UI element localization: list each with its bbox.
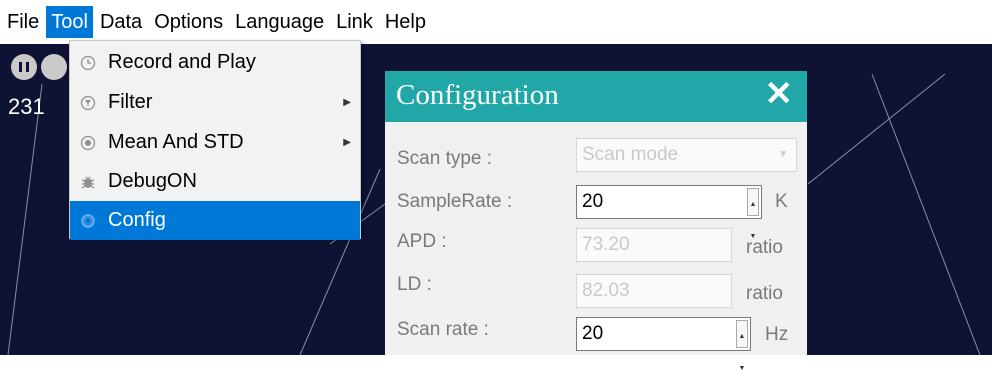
apd-input: 73.20 xyxy=(576,228,732,262)
apd-value: 73.20 xyxy=(582,234,630,255)
record-button[interactable] xyxy=(41,54,67,80)
apd-label: APD : xyxy=(397,231,447,252)
configuration-dialog: Configuration ✕ Scan type : Scan mode ▼ … xyxy=(385,71,807,372)
submenu-arrow-icon: ▶ xyxy=(343,97,351,108)
gear-icon xyxy=(80,213,96,229)
ld-label: LD : xyxy=(397,274,432,295)
menu-options[interactable]: Options xyxy=(149,6,228,38)
close-icon[interactable]: ✕ xyxy=(765,77,794,111)
stats-icon xyxy=(80,135,96,151)
ld-input: 82.03 xyxy=(576,274,732,308)
bug-icon xyxy=(80,174,96,190)
sample-rate-input[interactable]: 20 ▲ ▼ xyxy=(576,185,762,240)
scan-type-select: Scan mode ▼ xyxy=(576,138,797,172)
menu-item-label: Filter xyxy=(108,91,153,113)
counter-readout: 231 xyxy=(8,94,45,119)
dialog-title: Configuration xyxy=(396,79,559,111)
menu-data[interactable]: Data xyxy=(95,6,147,38)
menu-link[interactable]: Link xyxy=(331,6,378,38)
menu-language[interactable]: Language xyxy=(230,6,329,38)
ld-unit: ratio xyxy=(746,283,783,304)
scan-rate-input[interactable]: 20 ▲ ▼ xyxy=(576,317,751,372)
pause-button[interactable] xyxy=(11,54,37,80)
scan-type-label: Scan type : xyxy=(397,148,493,169)
apd-unit: ratio xyxy=(746,237,783,258)
scan-rate-label: Scan rate : xyxy=(397,319,489,340)
menu-item-label: Config xyxy=(108,209,166,231)
menu-item-label: Record and Play xyxy=(108,51,256,73)
menu-item-debugon[interactable]: DebugON xyxy=(70,162,360,201)
filter-icon xyxy=(80,95,96,111)
menu-item-mean-and-std[interactable]: Mean And STD ▶ xyxy=(70,123,360,162)
spinner-arrows-icon[interactable]: ▲ ▼ xyxy=(747,188,759,240)
submenu-arrow-icon: ▶ xyxy=(343,137,351,148)
dialog-title-bar: Configuration ✕ xyxy=(385,71,807,122)
sample-rate-value: 20 xyxy=(582,191,604,212)
clock-icon xyxy=(80,55,96,71)
scan-type-value: Scan mode xyxy=(582,144,679,165)
menu-item-config[interactable]: Config xyxy=(70,201,360,240)
menu-item-label: DebugON xyxy=(108,170,197,192)
menu-tool[interactable]: Tool xyxy=(46,6,93,38)
menu-file[interactable]: File xyxy=(2,6,44,38)
spinner-arrows-icon[interactable]: ▲ ▼ xyxy=(736,320,748,372)
scan-rate-value: 20 xyxy=(582,323,604,344)
ld-value: 82.03 xyxy=(582,280,630,301)
sample-rate-label: SampleRate : xyxy=(397,191,513,212)
chevron-down-icon: ▼ xyxy=(778,149,788,160)
tool-menu-dropdown: Record and Play Filter ▶ Mean And STD ▶ … xyxy=(69,40,361,240)
menu-bar: File Tool Data Options Language Link Hel… xyxy=(0,0,992,44)
menu-item-label: Mean And STD xyxy=(108,131,244,153)
menu-help[interactable]: Help xyxy=(380,6,431,38)
sample-rate-unit: K xyxy=(775,191,788,212)
menu-item-filter[interactable]: Filter ▶ xyxy=(70,83,360,122)
scan-rate-unit: Hz xyxy=(765,324,789,345)
menu-item-record-and-play[interactable]: Record and Play xyxy=(70,43,360,82)
